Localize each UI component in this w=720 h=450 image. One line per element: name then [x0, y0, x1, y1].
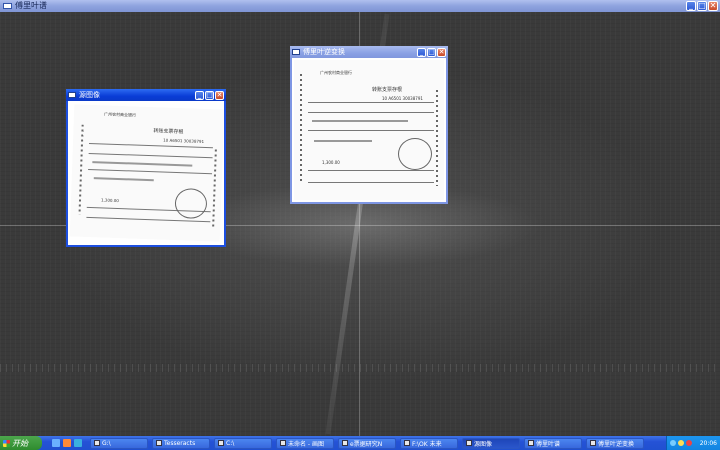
inverse-window-title: 傅里叶逆变换: [303, 48, 345, 56]
receipt-field: [92, 161, 193, 167]
network-icon[interactable]: [670, 440, 676, 446]
receipt-line: [308, 182, 434, 183]
window-icon: [156, 440, 162, 446]
receipt-field: [312, 120, 408, 122]
close-button[interactable]: ✕: [708, 1, 718, 11]
inverse-image-content: 广州农村商业银行 转账支票存根 10 A6501 30038791 1,300.…: [292, 58, 446, 202]
taskbar-button-research[interactable]: e票据研究N: [338, 437, 396, 449]
receipt-side-text: [300, 74, 302, 184]
receipt-line: [88, 152, 213, 159]
receipt-line: [308, 112, 434, 113]
receipt-heading: 转账支票存根: [153, 128, 184, 136]
window-controls: _ □ ✕: [417, 47, 446, 57]
receipt-field: [314, 140, 372, 142]
source-image-content: 广州农村商业银行 转账支票存根 10 A6501 30038791 1,300.…: [68, 101, 224, 245]
taskbar-button-paint[interactable]: 未命名 - 画图: [276, 437, 334, 449]
paint-icon: [280, 440, 286, 446]
close-button[interactable]: ✕: [437, 47, 446, 57]
window-controls: _ □ ✕: [686, 1, 718, 11]
maximize-button[interactable]: □: [427, 47, 436, 57]
receipt-line: [88, 142, 213, 149]
media-icon[interactable]: [63, 439, 71, 447]
security-icon[interactable]: [686, 440, 692, 446]
receipt-line: [308, 170, 434, 171]
minimize-button[interactable]: _: [417, 47, 426, 57]
receipt-side-text: [78, 124, 84, 215]
window-icon: [3, 3, 12, 9]
minimize-button[interactable]: _: [686, 1, 696, 11]
receipt-heading: 转账支票存根: [372, 87, 403, 93]
taskbar-button-drive-f[interactable]: F:\OK 未来: [400, 437, 458, 449]
taskbar-button-drive-c[interactable]: C:\: [214, 437, 272, 449]
source-image-window[interactable]: 源图像 _ □ ✕ 广州农村商业银行 转账支票存根 10 A6501 30038…: [66, 89, 226, 247]
taskbar-button-source-image[interactable]: 源图像: [462, 437, 520, 449]
window-controls: _ □ ✕: [195, 90, 224, 100]
taskbar: 开始 G:\ Tesseracts C:\ 未命名 - 画图 e票据研究N F:…: [0, 436, 720, 450]
window-icon: [68, 92, 76, 98]
system-tray: 20:06: [666, 436, 720, 450]
receipt-scan: 广州农村商业银行 转账支票存根 10 A6501 30038791 1,300.…: [69, 104, 224, 242]
receipt-side-text: [436, 90, 438, 186]
receipt-field: [93, 177, 154, 182]
receipt-scan: 广州农村商业银行 转账支票存根 10 A6501 30038791 1,300.…: [294, 60, 444, 200]
receipt-stamp: [398, 138, 432, 170]
start-button[interactable]: 开始: [0, 436, 42, 450]
receipt-amount: 1,300.00: [100, 197, 119, 204]
maximize-button[interactable]: □: [697, 1, 707, 11]
desktop-icon[interactable]: [52, 439, 60, 447]
receipt-amount: 1,300.00: [322, 160, 340, 165]
console-icon: [404, 440, 410, 446]
start-label: 开始: [12, 438, 28, 448]
folder-icon: [218, 440, 224, 446]
receipt-stamp: [174, 188, 208, 220]
inverse-window-titlebar[interactable]: 傅里叶逆变换 _ □ ✕: [290, 46, 448, 58]
taskbar-button-tesseracts[interactable]: Tesseracts: [152, 437, 210, 449]
window-icon: [466, 440, 472, 446]
receipt-bank: 广州农村商业银行: [320, 70, 352, 75]
receipt-number: 10 A6501 30038791: [382, 96, 423, 101]
taskbar-button-drive-g[interactable]: G:\: [90, 437, 148, 449]
taskbar-button-inverse-fourier[interactable]: 傅里叶逆变换: [586, 437, 644, 449]
receipt-number: 10 A6501 30038791: [163, 137, 205, 144]
receipt-line: [308, 102, 434, 103]
main-window-title: 傅里叶谱: [15, 1, 47, 10]
folder-icon: [94, 440, 100, 446]
volume-icon[interactable]: [678, 440, 684, 446]
spectrum-band: [0, 364, 720, 372]
browser-icon[interactable]: [74, 439, 82, 447]
app-icon: [342, 440, 348, 446]
source-window-title: 源图像: [79, 91, 100, 99]
taskbar-button-fourier-spectrum[interactable]: 傅里叶谱: [524, 437, 582, 449]
minimize-button[interactable]: _: [195, 90, 204, 100]
receipt-side-text: [212, 149, 217, 230]
close-button[interactable]: ✕: [215, 90, 224, 100]
window-icon: [528, 440, 534, 446]
receipt-bank: 广州农村商业银行: [103, 111, 137, 118]
maximize-button[interactable]: □: [205, 90, 214, 100]
inverse-fourier-window[interactable]: 傅里叶逆变换 _ □ ✕ 广州农村商业银行 转账支票存根 10 A6501 30…: [290, 46, 448, 204]
receipt-line: [308, 130, 434, 131]
clock[interactable]: 20:06: [700, 440, 717, 447]
receipt-line: [88, 168, 213, 175]
main-titlebar[interactable]: 傅里叶谱 _ □ ✕: [0, 0, 720, 12]
window-icon: [292, 49, 300, 55]
window-icon: [590, 440, 596, 446]
quick-launch: [52, 439, 82, 447]
windows-flag-icon: [3, 439, 10, 447]
source-window-titlebar[interactable]: 源图像 _ □ ✕: [66, 89, 226, 101]
